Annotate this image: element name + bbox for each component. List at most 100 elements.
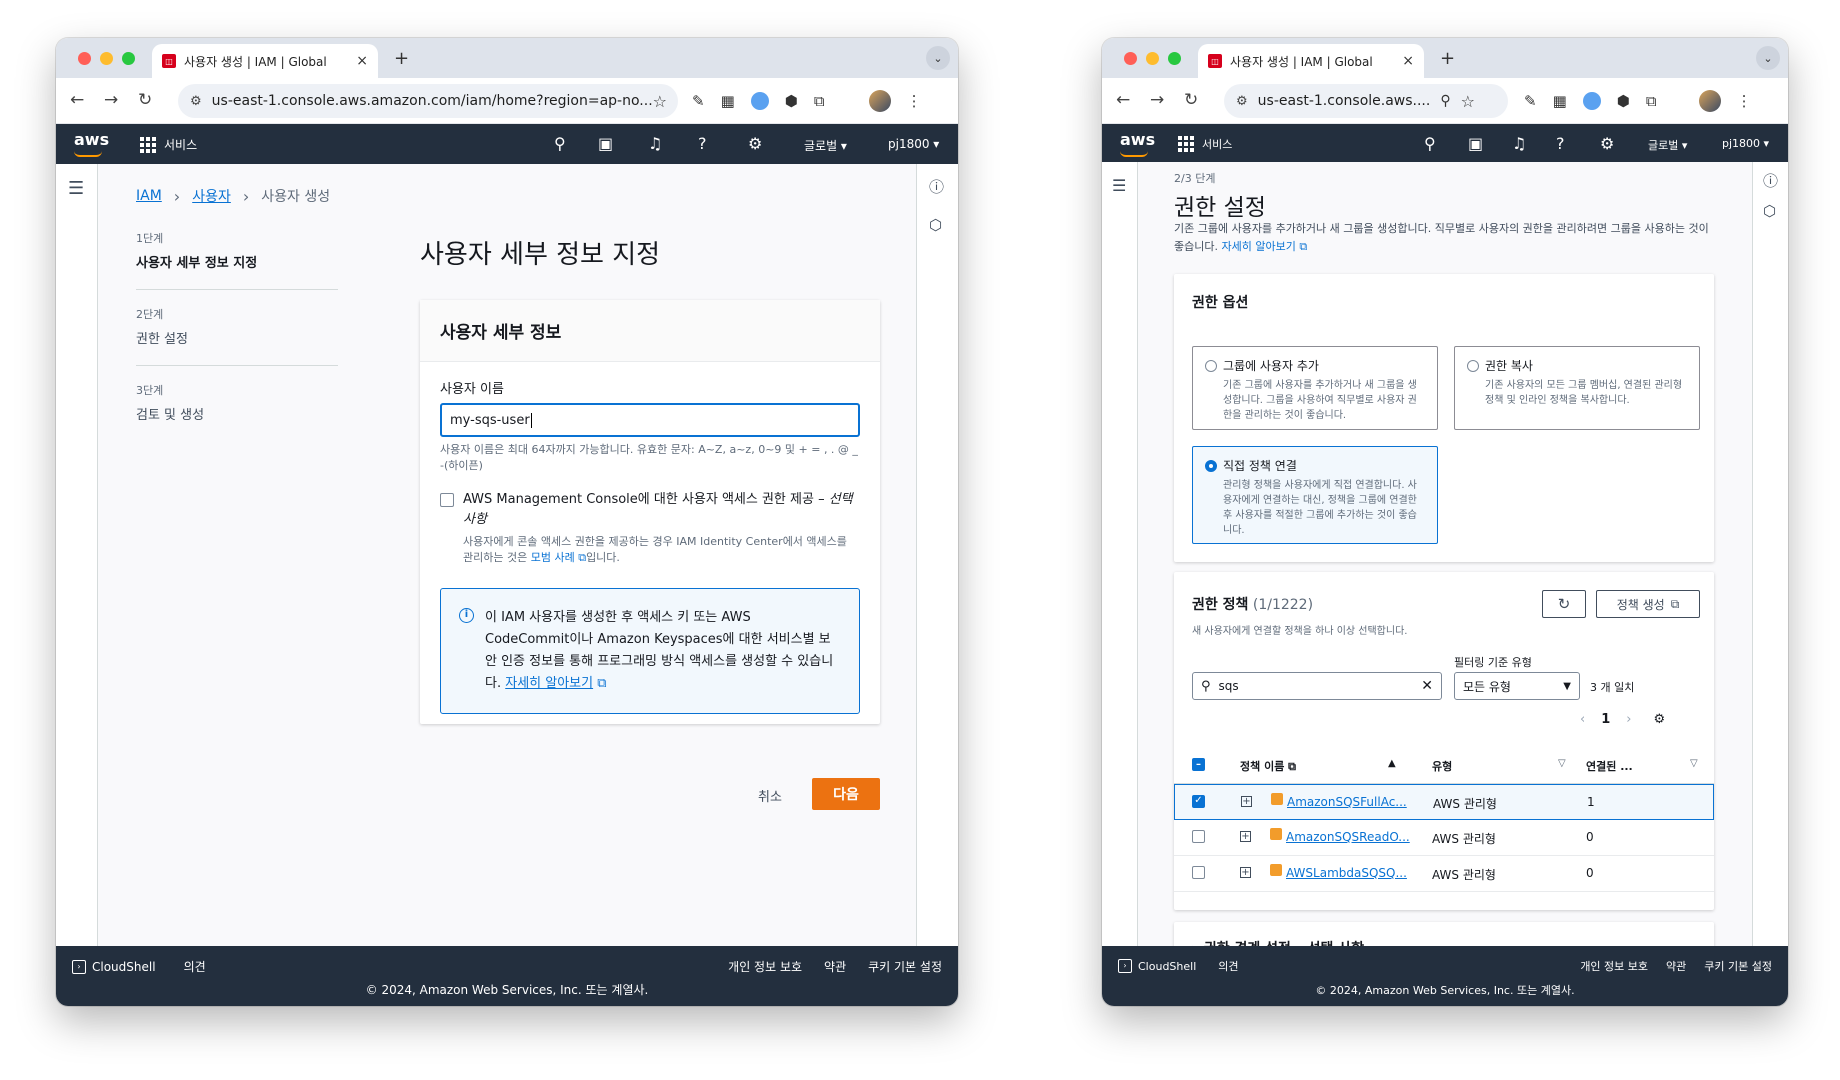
puzzle-extensions-icon[interactable]: ⧉ bbox=[814, 92, 825, 110]
table-row[interactable]: + AWSLambdaSQSQ... AWS 관리형 0 bbox=[1174, 856, 1714, 892]
expand-row-icon[interactable]: + bbox=[1240, 831, 1251, 842]
services-menu[interactable]: 서비스 bbox=[140, 136, 197, 153]
row-checkbox[interactable]: ✓ bbox=[1192, 795, 1205, 808]
aws-logo[interactable]: aws bbox=[74, 130, 109, 157]
preferences-gear-icon[interactable]: ⚙ bbox=[1653, 712, 1665, 727]
address-bar[interactable]: ⚙ us-east-1.console.aws.... ⚲ ☆ bbox=[1224, 84, 1508, 118]
expand-row-icon[interactable]: + bbox=[1240, 867, 1251, 878]
menu-icon[interactable]: ☰ bbox=[68, 178, 84, 199]
radio-add-to-group[interactable] bbox=[1205, 359, 1217, 372]
cookie-preferences-link[interactable]: 쿠키 기본 설정 bbox=[1704, 958, 1772, 974]
hexagon-extension-icon[interactable]: ⬢ bbox=[1617, 92, 1630, 110]
breadcrumb-users[interactable]: 사용자 bbox=[192, 186, 231, 206]
zoom-icon[interactable]: ⚲ bbox=[1440, 93, 1450, 109]
next-page-icon[interactable]: › bbox=[1626, 712, 1631, 727]
search-icon[interactable]: ⚲ bbox=[554, 134, 566, 153]
cloudshell-icon[interactable]: ▣ bbox=[1468, 134, 1483, 153]
forward-arrow-icon[interactable]: → bbox=[1150, 90, 1164, 110]
qr-code-icon[interactable]: ▦ bbox=[721, 92, 735, 110]
account-menu[interactable]: pj1800 ▾ bbox=[888, 137, 939, 151]
learn-more-link[interactable]: 자세히 알아보기 bbox=[1221, 240, 1295, 253]
pen-extension-icon[interactable]: ✎ bbox=[692, 92, 705, 110]
permissions-boundary-panel[interactable]: ▸ 권한 경계 설정 – 선택 사항 bbox=[1174, 922, 1714, 946]
new-tab-button[interactable]: + bbox=[394, 48, 409, 69]
help-icon[interactable]: ? bbox=[1556, 134, 1565, 153]
tab-search-icon[interactable]: ⌄ bbox=[926, 46, 950, 70]
close-window-button[interactable] bbox=[78, 52, 91, 65]
profile-avatar[interactable] bbox=[1698, 90, 1721, 112]
menu-icon[interactable]: ☰ bbox=[1112, 176, 1126, 195]
browser-menu-icon[interactable]: ⋮ bbox=[1737, 92, 1752, 110]
tab-search-icon[interactable]: ⌄ bbox=[1756, 46, 1780, 70]
site-info-icon[interactable]: ⚙ bbox=[190, 94, 202, 109]
refresh-button[interactable]: ↻ bbox=[1542, 590, 1586, 618]
privacy-link[interactable]: 개인 정보 보호 bbox=[1580, 958, 1648, 974]
radio-attach-policies[interactable] bbox=[1205, 459, 1217, 472]
column-attached[interactable]: 연결된 ... bbox=[1586, 758, 1633, 774]
policy-search-input[interactable]: ⚲ sqs ✕ bbox=[1192, 672, 1442, 700]
privacy-link[interactable]: 개인 정보 보호 bbox=[728, 958, 802, 975]
sort-icon[interactable]: ▽ bbox=[1690, 758, 1698, 769]
info-panel-icon[interactable]: ⓘ bbox=[1763, 170, 1778, 191]
wizard-step-3[interactable]: 3단계 검토 및 생성 bbox=[136, 382, 338, 441]
tile-attach-policies[interactable]: 직접 정책 연결 관리형 정책을 사용자에게 직접 연결합니다. 사용자에게 연… bbox=[1192, 446, 1438, 544]
terms-link[interactable]: 약관 bbox=[1666, 958, 1686, 974]
tile-add-to-group[interactable]: 그룹에 사용자 추가 기존 그룹에 사용자를 추가하거나 새 그룹을 생성합니다… bbox=[1192, 346, 1438, 430]
info-panel-icon[interactable]: ⓘ bbox=[929, 176, 944, 197]
reload-icon[interactable]: ↻ bbox=[138, 90, 152, 110]
policy-name-link[interactable]: AmazonSQSReadO... bbox=[1286, 830, 1410, 844]
current-page[interactable]: 1 bbox=[1601, 712, 1610, 727]
breadcrumb-iam[interactable]: IAM bbox=[136, 188, 162, 204]
settings-hex-icon[interactable]: ⬡ bbox=[1763, 202, 1776, 220]
prev-page-icon[interactable]: ‹ bbox=[1580, 712, 1585, 727]
browser-tab[interactable]: ◫ 사용자 생성 | IAM | Global × bbox=[1198, 44, 1424, 78]
column-policy-name[interactable]: 정책 이름 ⧉ bbox=[1240, 758, 1296, 774]
policy-name-link[interactable]: AWSLambdaSQSQ... bbox=[1286, 866, 1407, 880]
region-selector[interactable]: 글로벌 ▾ bbox=[1648, 137, 1687, 153]
wizard-step-1[interactable]: 1단계 사용자 세부 정보 지정 bbox=[136, 230, 338, 290]
minimize-window-button[interactable] bbox=[100, 52, 113, 65]
cloudshell-button[interactable]: › CloudShell 의견 bbox=[72, 958, 206, 975]
type-filter-select[interactable]: 모든 유형 ▼ bbox=[1454, 672, 1580, 700]
console-access-checkbox[interactable] bbox=[440, 493, 454, 507]
back-arrow-icon[interactable]: ← bbox=[70, 90, 84, 110]
new-tab-button[interactable]: + bbox=[1440, 48, 1455, 69]
back-arrow-icon[interactable]: ← bbox=[1116, 90, 1130, 110]
qr-code-icon[interactable]: ▦ bbox=[1553, 92, 1567, 110]
profile-avatar[interactable] bbox=[868, 90, 891, 112]
help-icon[interactable]: ? bbox=[698, 134, 707, 153]
learn-more-link[interactable]: 자세히 알아보기 bbox=[505, 676, 593, 691]
bookmark-star-icon[interactable]: ☆ bbox=[653, 92, 667, 111]
browser-tab[interactable]: ◫ 사용자 생성 | IAM | Global × bbox=[152, 44, 378, 78]
next-button[interactable]: 다음 bbox=[812, 778, 880, 810]
blue-extension-icon[interactable] bbox=[750, 92, 769, 110]
puzzle-extensions-icon[interactable]: ⧉ bbox=[1646, 92, 1657, 110]
bookmark-star-icon[interactable]: ☆ bbox=[1461, 92, 1475, 111]
expand-row-icon[interactable]: + bbox=[1241, 796, 1252, 807]
radio-copy-permissions[interactable] bbox=[1467, 359, 1479, 372]
zoom-window-button[interactable] bbox=[1168, 52, 1181, 65]
row-checkbox[interactable] bbox=[1192, 866, 1205, 879]
cancel-button[interactable]: 취소 bbox=[758, 786, 782, 805]
feedback-link[interactable]: 의견 bbox=[184, 958, 206, 975]
search-icon[interactable]: ⚲ bbox=[1424, 134, 1436, 153]
aws-logo[interactable]: aws bbox=[1120, 130, 1155, 157]
blue-extension-icon[interactable] bbox=[1582, 92, 1601, 110]
browser-menu-icon[interactable]: ⋮ bbox=[907, 92, 922, 110]
gear-icon[interactable]: ⚙ bbox=[1600, 134, 1614, 153]
bell-icon[interactable]: ♫ bbox=[648, 134, 662, 153]
site-info-icon[interactable]: ⚙ bbox=[1236, 94, 1248, 109]
table-row[interactable]: + AmazonSQSReadO... AWS 관리형 0 bbox=[1174, 820, 1714, 856]
zoom-window-button[interactable] bbox=[122, 52, 135, 65]
row-checkbox[interactable] bbox=[1192, 830, 1205, 843]
column-type[interactable]: 유형 bbox=[1432, 758, 1452, 774]
tab-close-icon[interactable]: × bbox=[1402, 53, 1414, 69]
pen-extension-icon[interactable]: ✎ bbox=[1524, 92, 1537, 110]
hexagon-extension-icon[interactable]: ⬢ bbox=[785, 92, 798, 110]
forward-arrow-icon[interactable]: → bbox=[104, 90, 118, 110]
minimize-window-button[interactable] bbox=[1146, 52, 1159, 65]
close-window-button[interactable] bbox=[1124, 52, 1137, 65]
best-practice-link[interactable]: 모범 사례 bbox=[531, 551, 575, 564]
account-menu[interactable]: pj1800 ▾ bbox=[1722, 137, 1769, 150]
sort-icon[interactable]: ▽ bbox=[1558, 758, 1566, 769]
